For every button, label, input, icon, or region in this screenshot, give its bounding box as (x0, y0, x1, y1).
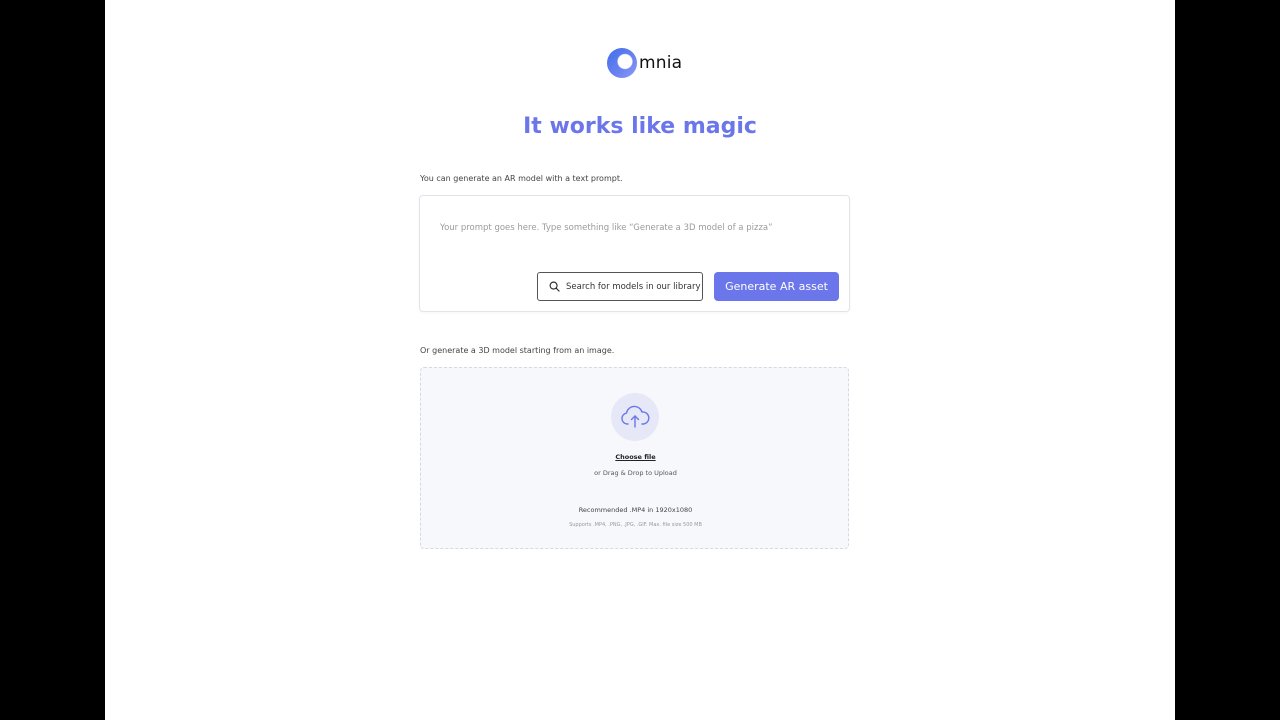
page-canvas: mnia It works like magic You can generat… (105, 0, 1175, 720)
search-library-label: Search for models in our library (566, 281, 701, 292)
recommended-format-text: Recommended .MP4 in 1920x1080 (578, 506, 693, 514)
upload-icon-circle (611, 393, 659, 441)
cloud-upload-icon (621, 405, 650, 428)
logo-text: mnia (639, 53, 683, 73)
drag-drop-text: or Drag & Drop to Upload (594, 469, 677, 477)
prompt-card: Search for models in our library Generat… (419, 195, 850, 312)
prompt-input[interactable] (440, 220, 830, 236)
generate-ar-asset-button[interactable]: Generate AR asset (714, 272, 839, 301)
logo-ring-icon (607, 48, 637, 78)
search-icon (549, 281, 560, 292)
search-library-button[interactable]: Search for models in our library (537, 272, 703, 301)
page-headline: It works like magic (523, 114, 757, 139)
supported-formats-text: Supports .MP4, .PNG, .JPG, .GIF. Max. fi… (569, 522, 702, 528)
text-prompt-label: You can generate an AR model with a text… (420, 174, 623, 183)
choose-file-link[interactable]: Choose file (421, 453, 850, 461)
image-upload-label: Or generate a 3D model starting from an … (420, 346, 615, 355)
upload-drop-zone[interactable]: Choose file or Drag & Drop to Upload Rec… (420, 367, 849, 549)
omnia-logo[interactable]: mnia (607, 48, 682, 78)
